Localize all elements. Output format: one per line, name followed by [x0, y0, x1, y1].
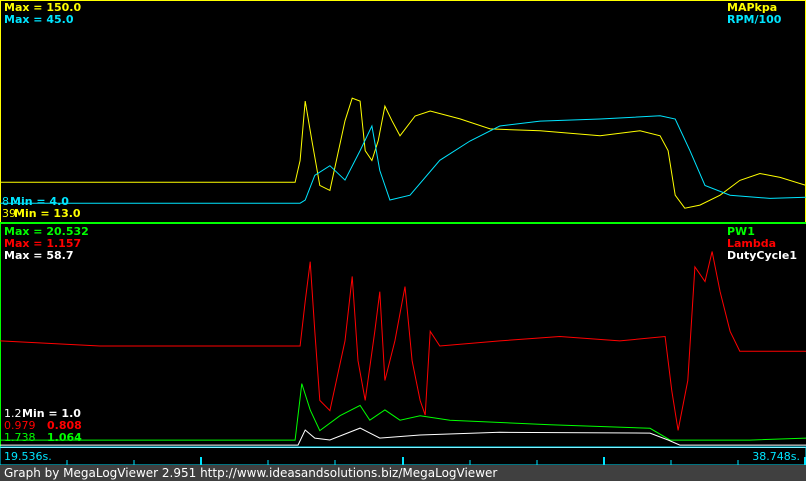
pw1-cursor-value: 1.738 [4, 431, 36, 444]
time-axis [0, 446, 806, 465]
duty-cycle-series-line [0, 427, 806, 446]
time-end-label: 38.748s. [752, 450, 800, 463]
top-panel-border [0, 0, 806, 223]
rpm-max-label: Max = 45.0 [4, 13, 74, 26]
lambda-series-line [0, 251, 806, 431]
legend-rpm[interactable]: RPM/100 [727, 14, 781, 26]
duty-max-label: Max = 58.7 [4, 249, 74, 262]
log-graph[interactable] [0, 0, 806, 465]
rpm-series-line [0, 115, 806, 204]
legend-duty[interactable]: DutyCycle1 [727, 250, 797, 262]
pw1-min-label: 1.064 [47, 431, 82, 444]
map-min-label: Min = 13.0 [14, 207, 81, 220]
footer-credit: Graph by MegaLogViewer 2.951 http://www.… [0, 465, 806, 481]
time-start-label: 19.536s. [4, 450, 52, 463]
map-series-line [0, 97, 806, 209]
